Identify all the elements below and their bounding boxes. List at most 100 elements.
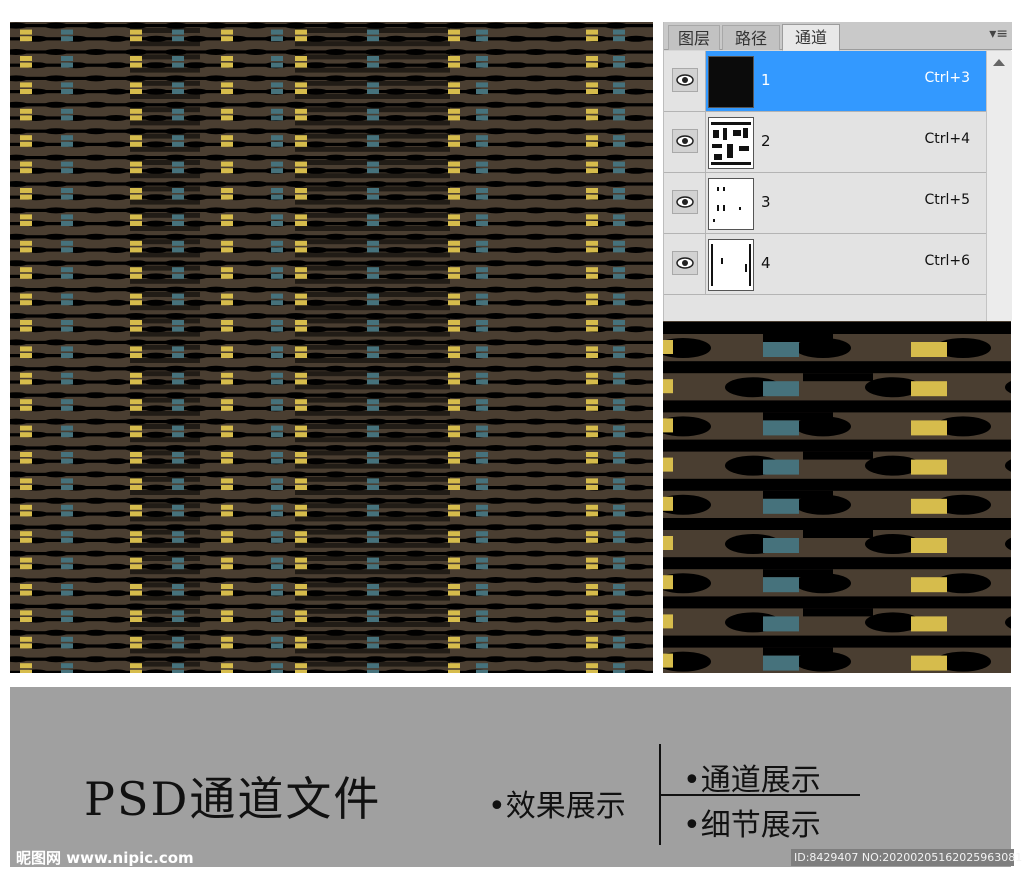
pattern-dot <box>624 352 648 359</box>
pattern-stitch-teal <box>172 293 184 299</box>
visibility-toggle[interactable] <box>664 51 706 111</box>
channel-row-1[interactable]: 1 Ctrl+3 <box>664 51 986 112</box>
detail-band <box>663 557 1011 570</box>
pattern-stitch-yellow <box>130 353 142 358</box>
pattern-stitch-yellow <box>448 584 460 589</box>
detail-band <box>663 361 1011 374</box>
pattern-dot <box>304 590 328 597</box>
pattern-dot <box>344 669 368 673</box>
channel-row-4[interactable]: 4 Ctrl+6 <box>664 234 986 295</box>
panel-menu-icon[interactable]: ▾≡ <box>989 26 1008 42</box>
visibility-toggle[interactable] <box>664 112 706 172</box>
pattern-preview-detail <box>663 321 1011 673</box>
pattern-dot <box>124 471 148 478</box>
pattern-dot <box>624 405 648 412</box>
pattern-dot <box>104 352 128 359</box>
pattern-dot <box>184 643 208 649</box>
pattern-dot <box>244 286 268 293</box>
pattern-dot <box>84 497 108 504</box>
pattern-dot <box>84 128 108 135</box>
pattern-stitch-teal <box>271 669 283 673</box>
pattern-dot <box>44 656 68 663</box>
pattern-stitch-teal <box>367 293 379 299</box>
pattern-stitch-yellow <box>20 36 32 42</box>
scroll-up-icon[interactable] <box>993 59 1005 66</box>
pattern-dot <box>524 128 548 135</box>
pattern-dot <box>544 511 568 517</box>
pattern-stitch-teal <box>61 425 73 431</box>
pattern-dot <box>10 365 28 372</box>
pattern-dot <box>364 49 388 55</box>
pattern-stitch-yellow <box>20 56 32 61</box>
pattern-stitch-teal <box>613 247 625 253</box>
pattern-dot <box>424 141 448 148</box>
pattern-stitch-yellow <box>586 537 598 543</box>
pattern-dot <box>44 313 68 319</box>
pattern-stitch-yellow <box>20 82 32 88</box>
pattern-dot <box>244 471 268 478</box>
pattern-stitch-yellow <box>448 300 460 306</box>
pattern-dot <box>244 313 268 319</box>
pattern-dot <box>284 365 308 372</box>
pattern-stitch-yellow <box>448 617 460 622</box>
pattern-stitch-yellow <box>448 240 460 246</box>
tab-layers[interactable]: 图层 <box>668 25 720 50</box>
pattern-dot <box>544 379 568 385</box>
pattern-stitch-yellow <box>221 537 233 543</box>
pattern-dot <box>10 207 28 214</box>
pattern-stitch-yellow <box>295 610 307 616</box>
pattern-dot <box>144 167 168 174</box>
pattern-dot <box>44 286 68 293</box>
pattern-stitch-teal <box>61 168 73 174</box>
pattern-dot <box>624 167 648 174</box>
pattern-stitch-yellow <box>448 557 460 563</box>
pattern-dot <box>364 497 388 504</box>
pattern-stitch-yellow <box>20 584 32 589</box>
pattern-dot <box>604 260 628 267</box>
pattern-stitch-teal <box>172 135 184 141</box>
pattern-dot <box>524 75 548 82</box>
channel-list-scrollbar[interactable] <box>986 51 1012 321</box>
pattern-stitch-yellow <box>130 326 142 332</box>
pattern-stitch-yellow <box>130 89 142 94</box>
pattern-dot <box>324 656 348 663</box>
channel-row-2[interactable]: 2 Ctrl+4 <box>664 112 986 173</box>
pattern-stitch-yellow <box>20 643 32 649</box>
pattern-dot <box>324 49 348 55</box>
pattern-stitch-teal <box>476 452 488 457</box>
pattern-dot <box>484 154 508 161</box>
pattern-band-dark <box>295 358 450 363</box>
detail-band-step <box>763 647 833 656</box>
pattern-stitch-yellow <box>295 669 307 673</box>
pattern-stitch-yellow <box>586 214 598 220</box>
pattern-stitch-yellow <box>221 188 233 193</box>
pattern-stitch-teal <box>367 478 379 484</box>
pattern-stitch-teal <box>61 36 73 42</box>
pattern-stitch-teal <box>367 425 379 431</box>
pattern-dot <box>444 471 468 478</box>
channel-row-3[interactable]: 3 Ctrl+5 <box>664 173 986 234</box>
pattern-dot <box>184 299 208 306</box>
tab-channels[interactable]: 通道 <box>782 24 840 51</box>
pattern-stitch-yellow <box>448 168 460 174</box>
pattern-dot <box>544 299 568 306</box>
pattern-stitch-yellow <box>20 504 32 510</box>
pattern-stitch-teal <box>476 320 488 325</box>
pattern-dot <box>384 669 408 673</box>
pattern-dot <box>604 550 628 557</box>
pattern-stitch-teal <box>172 29 184 35</box>
detail-dot <box>1005 381 1011 394</box>
pattern-dot <box>564 365 588 372</box>
visibility-toggle[interactable] <box>664 173 706 233</box>
pattern-stitch-teal <box>476 82 488 88</box>
pattern-dot <box>524 181 548 187</box>
pattern-stitch-teal <box>367 135 379 141</box>
visibility-toggle[interactable] <box>664 234 706 294</box>
tab-paths[interactable]: 路径 <box>722 25 780 50</box>
pattern-dot <box>424 352 448 359</box>
pattern-dot <box>144 141 168 148</box>
pattern-dot <box>484 286 508 293</box>
pattern-dot <box>244 233 268 240</box>
pattern-dot <box>304 115 328 121</box>
pattern-dot <box>504 563 528 570</box>
